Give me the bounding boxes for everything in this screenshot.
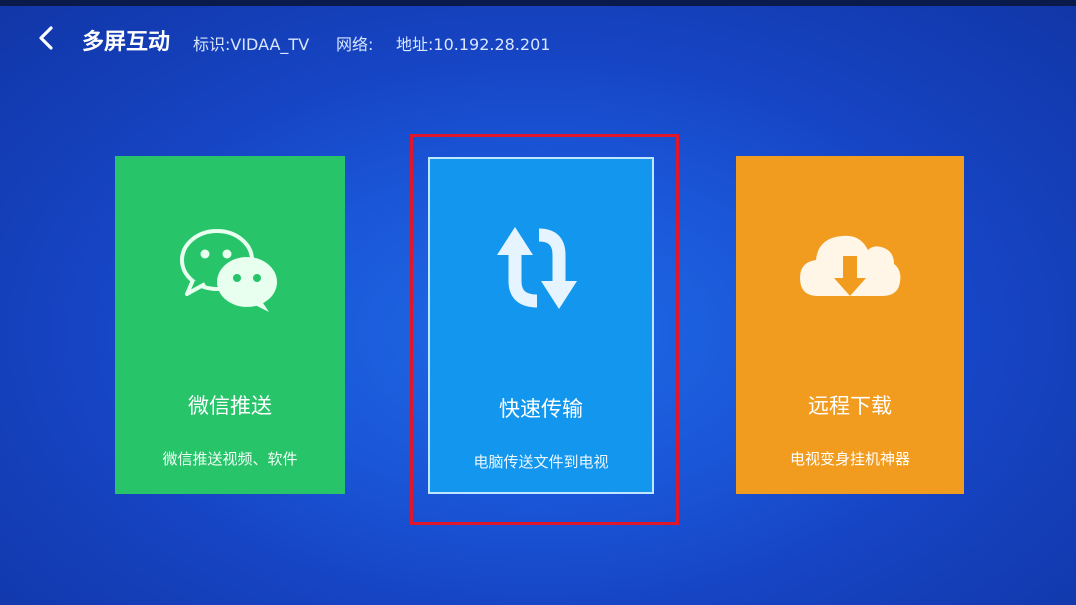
transfer-arrows-icon xyxy=(493,225,589,315)
card-subtitle: 电视变身挂机神器 xyxy=(789,450,910,468)
wechat-icon xyxy=(175,224,285,318)
remote-download-card[interactable]: 远程下载 电视变身挂机神器 xyxy=(736,156,964,494)
header: 多屏互动 标识:VIDAA_TV 网络: 地址:10.192.28.201 xyxy=(0,0,1076,80)
card-title: 微信推送 xyxy=(188,394,272,418)
card-title: 快速传输 xyxy=(499,397,583,421)
chevron-left-icon xyxy=(39,26,53,50)
wechat-push-card[interactable]: 微信推送 微信推送视频、软件 xyxy=(115,156,345,494)
fast-transfer-card[interactable]: 快速传输 电脑传送文件到电视 xyxy=(428,157,654,494)
card-title: 远程下载 xyxy=(808,394,892,418)
cloud-download-icon xyxy=(798,230,902,308)
address-label: 地址:10.192.28.201 xyxy=(396,35,551,54)
back-button[interactable] xyxy=(34,24,60,52)
card-subtitle: 微信推送视频、软件 xyxy=(162,450,298,468)
card-subtitle: 电脑传送文件到电视 xyxy=(473,453,609,471)
page-title: 多屏互动 xyxy=(82,30,171,55)
network-label: 网络: xyxy=(336,35,374,54)
device-id-label: 标识:VIDAA_TV xyxy=(193,35,310,54)
